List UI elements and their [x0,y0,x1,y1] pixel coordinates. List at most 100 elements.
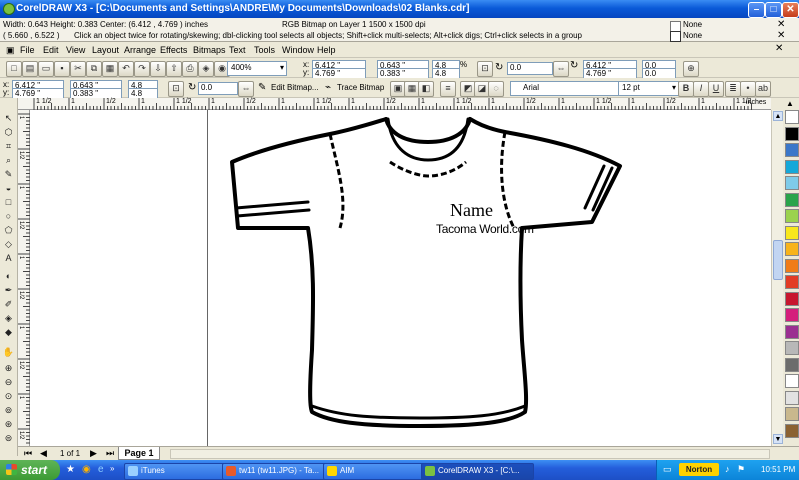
std-angle-field[interactable]: 0.0 [507,62,553,75]
basic-shapes-icon[interactable]: ◇ [2,238,15,250]
text-tool-icon[interactable]: A [2,252,15,264]
application-launcher-icon[interactable]: ◈ [198,61,214,77]
palette-scroll-up-icon[interactable]: ▲ [786,99,794,108]
zoom-out-icon[interactable]: ⊖ [2,376,15,388]
crop-tool-icon[interactable]: ⌗ [2,140,15,152]
undo-icon[interactable]: ↶ [118,61,134,77]
import-icon[interactable]: ⇩ [150,61,166,77]
palette-color-swatch[interactable] [785,126,799,141]
palette-color-swatch[interactable] [785,308,799,322]
bold-icon[interactable]: B [678,81,694,97]
scroll-thumb[interactable] [773,240,783,280]
palette-color-swatch[interactable] [785,374,799,388]
artwork-name-text[interactable]: Name [450,200,493,221]
vertical-ruler[interactable]: 1 1/2 1 1/2 1 1/2 1 1/2 1 1/2 [18,110,30,446]
font-dropdown[interactable]: Arial [510,81,629,96]
polygon-tool-icon[interactable]: ⬠ [2,224,15,236]
tray-volume-icon[interactable]: ♪ [725,464,730,474]
palette-color-swatch[interactable] [785,225,799,240]
outline-swatch[interactable] [670,31,681,42]
eyedropper-icon[interactable]: ✒ [2,284,15,296]
doc-close-icon[interactable]: ✕ [777,19,785,30]
task-itunes[interactable]: iTunes [124,463,237,480]
new-icon[interactable]: □ [6,61,22,77]
palette-color-swatch[interactable] [785,258,799,273]
quicklaunch-icon-1[interactable]: ★ [66,464,75,475]
prop-mirror-icon[interactable]: ⇔ [238,81,254,97]
menu-arrange[interactable]: Arrange [124,45,156,55]
lock-ratio-icon[interactable]: ⊡ [477,61,493,77]
task-aim[interactable]: AIM [323,463,436,480]
palette-color-swatch[interactable] [785,291,799,306]
edit-bitmap-button[interactable]: Edit Bitmap... [271,83,319,92]
redo-icon[interactable]: ↷ [134,61,150,77]
prop-angle-field[interactable]: 0.0 [198,82,238,95]
zoom-fit-icon[interactable]: ⊙ [2,390,15,402]
paste-icon[interactable]: ▦ [102,61,118,77]
convert-to-curves-icon[interactable]: ◌ [488,81,504,97]
align-icon[interactable]: ≣ [725,81,741,97]
palette-color-swatch[interactable] [785,275,799,289]
fill-tool-icon[interactable]: ◈ [2,312,15,324]
palette-color-swatch[interactable] [785,357,799,372]
tshirt-artwork[interactable] [30,110,771,446]
drawing-canvas[interactable]: Name Tacoma World.com [30,110,771,446]
zoom-width-icon[interactable]: ⊛ [2,418,15,430]
vertical-scrollbar[interactable]: ▲ ▼ [771,110,783,446]
palette-color-swatch[interactable] [785,159,799,174]
first-page-icon[interactable]: ⏮ [24,448,32,459]
wrap-text-icon[interactable]: ≡ [440,81,456,97]
last-page-icon[interactable]: ⏭ [106,448,114,459]
quicklaunch-ie-icon[interactable]: e [98,464,104,475]
menu-window[interactable]: Window [282,45,314,55]
palette-color-swatch[interactable] [785,390,799,405]
menu-bitmaps[interactable]: Bitmaps [193,45,226,55]
doc-restore-icon[interactable]: ✕ [777,30,785,41]
pan-tool-icon[interactable]: ✋ [2,346,15,358]
quicklaunch-firefox-icon[interactable]: ◉ [82,464,91,475]
prev-page-icon[interactable]: ◀ [40,448,47,459]
edit-text-icon[interactable]: ab [755,81,771,97]
palette-color-swatch[interactable] [785,209,799,223]
tray-network-icon[interactable]: ▭ [663,464,672,475]
quicklaunch-expand-icon[interactable]: » [110,464,114,473]
bullet-icon[interactable]: • [740,81,756,97]
ellipse-tool-icon[interactable]: ○ [2,210,15,222]
menu-view[interactable]: View [66,45,85,55]
maximize-button[interactable]: □ [765,2,782,18]
menu-tools[interactable]: Tools [254,45,275,55]
palette-color-swatch[interactable] [785,324,799,339]
palette-color-swatch[interactable] [785,242,799,256]
freehand-tool-icon[interactable]: ✎ [2,168,15,180]
copy-icon[interactable]: ⧉ [86,61,102,77]
scroll-up-arrow[interactable]: ▲ [773,111,783,121]
task-coreldraw[interactable]: CorelDRAW X3 - [C:\... [421,463,534,480]
scroll-down-arrow[interactable]: ▼ [773,434,783,444]
trace-bitmap-button[interactable]: Trace Bitmap [337,83,384,92]
artwork-site-text[interactable]: Tacoma World.com [436,222,534,236]
interactive-blend-icon[interactable]: ◐ [2,270,15,282]
open-icon[interactable]: ▭ [38,61,54,77]
snap-icon[interactable]: ⊕ [683,61,699,77]
norton-badge[interactable]: Norton [679,463,719,476]
palette-color-swatch[interactable] [785,192,799,207]
mirror-h-icon[interactable]: ⇔ [553,61,569,77]
zoom-tool-icon[interactable]: ⌕ [2,154,15,166]
rectangle-tool-icon[interactable]: □ [2,196,15,208]
zoom-page-icon[interactable]: ⊚ [2,404,15,416]
close-button[interactable]: ✕ [782,2,799,18]
smart-fill-icon[interactable]: ◒ [2,182,15,194]
horizontal-scrollbar[interactable] [170,449,770,459]
palette-color-swatch[interactable] [785,407,799,421]
zoom-levels-dropdown[interactable]: 400% [227,61,287,76]
doc-menu-icon[interactable]: ▣ [6,45,15,56]
save-icon[interactable]: ▪ [54,61,70,77]
menu-file[interactable]: File [20,45,35,55]
italic-icon[interactable]: I [693,81,709,97]
tray-security-icon[interactable]: ⚑ [737,464,745,475]
outline-tool-icon[interactable]: ✐ [2,298,15,310]
zoom-height-icon[interactable]: ⊜ [2,432,15,444]
horizontal-ruler[interactable]: 1 1/2 1 1/2 1 1 1/2 1 1/2 1 1 1/2 1 1/2 1 1 1/2 1 1/2 1… [18,98,771,110]
menu-close-icon[interactable]: ✕ [775,43,783,54]
palette-color-swatch[interactable] [785,110,799,124]
